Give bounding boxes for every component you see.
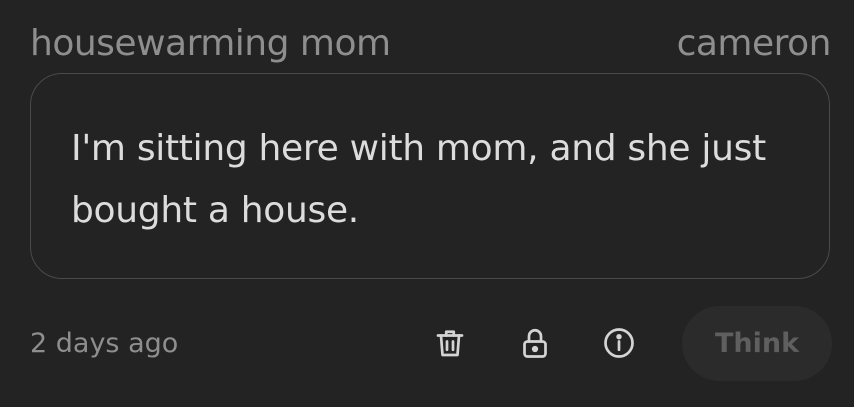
- entry-card[interactable]: I'm sitting here with mom, and she just …: [30, 73, 830, 279]
- think-button[interactable]: Think: [682, 306, 832, 381]
- entry-footer: 2 days ago Think: [30, 306, 832, 381]
- entry-body: I'm sitting here with mom, and she just …: [71, 128, 766, 231]
- entry-timestamp: 2 days ago: [30, 328, 179, 359]
- entry-title: housewarming mom: [30, 22, 391, 64]
- trash-icon: [436, 330, 464, 357]
- info-icon: [604, 328, 634, 358]
- entry-header: housewarming mom cameron: [30, 20, 832, 66]
- lock-icon: [523, 328, 547, 358]
- info-button[interactable]: [598, 322, 640, 364]
- entry-author[interactable]: cameron: [677, 23, 832, 64]
- delete-button[interactable]: [429, 322, 471, 364]
- lock-button[interactable]: [514, 322, 556, 364]
